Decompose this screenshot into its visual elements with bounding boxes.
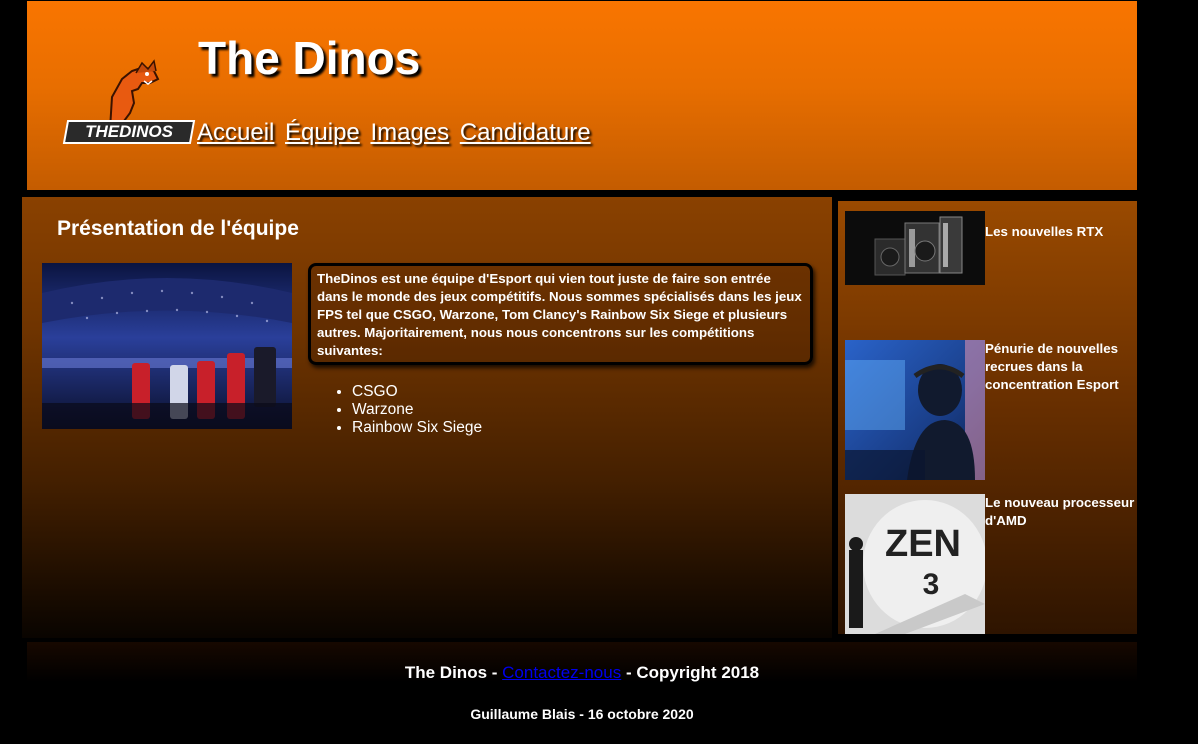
site-title: The Dinos <box>198 32 421 84</box>
dinosaur-logo: THEDINOS <box>62 59 196 144</box>
nav-link-candidature[interactable]: Candidature <box>460 119 591 146</box>
main-nav: Accueil Équipe Images Candidature <box>197 119 595 147</box>
nav-link-images[interactable]: Images <box>370 119 449 146</box>
gamer-photo <box>845 340 985 480</box>
main-content: Présentation de l'équipe TheDinos est un… <box>22 197 832 638</box>
amd-zen3-image: ZEN 3 <box>845 494 985 634</box>
section-title: Présentation de l'équipe <box>57 217 299 240</box>
list-item: CSGO <box>352 383 482 401</box>
footer-copyright-line: The Dinos - Contactez-nous - Copyright 2… <box>27 663 1137 683</box>
news-title-rtx: Les nouvelles RTX <box>985 224 1104 239</box>
nav-link-accueil[interactable]: Accueil <box>197 119 274 146</box>
list-item: Rainbow Six Siege <box>352 419 482 437</box>
contact-link[interactable]: Contactez-nous <box>502 663 621 682</box>
footer-copyright-text: - Copyright 2018 <box>621 663 760 682</box>
news-item-rtx[interactable]: Les nouvelles RTX <box>845 211 1137 285</box>
rtx-graphics-card-image <box>845 211 985 285</box>
zen-number-text: 3 <box>923 568 940 601</box>
footer-prefix-text: The Dinos - <box>404 663 503 682</box>
esport-arena-photo <box>42 263 292 429</box>
news-sidebar: Les nouvelles RTX Pénurie de nouvelles r… <box>838 201 1137 634</box>
news-item-recruits[interactable]: Pénurie de nouvelles recrues dans la con… <box>845 340 1137 480</box>
site-footer: The Dinos - Contactez-nous - Copyright 2… <box>27 642 1137 742</box>
team-intro-box: TheDinos est une équipe d'Esport qui vie… <box>308 263 813 365</box>
news-item-amd[interactable]: ZEN 3 Le nouveau processeur d'AMD <box>845 494 1137 634</box>
news-title-amd: Le nouveau processeur d'AMD <box>985 495 1135 528</box>
footer-credit: Guillaume Blais - 16 octobre 2020 <box>470 706 694 722</box>
news-title-recruits: Pénurie de nouvelles recrues dans la con… <box>985 341 1119 392</box>
site-header: THEDINOS The Dinos Accueil Équipe Images… <box>27 1 1137 190</box>
list-item: Warzone <box>352 401 482 419</box>
games-list: CSGO Warzone Rainbow Six Siege <box>332 383 482 437</box>
logo-text: THEDINOS <box>85 122 174 141</box>
nav-link-equipe[interactable]: Équipe <box>285 119 360 146</box>
zen-text: ZEN <box>885 523 961 565</box>
